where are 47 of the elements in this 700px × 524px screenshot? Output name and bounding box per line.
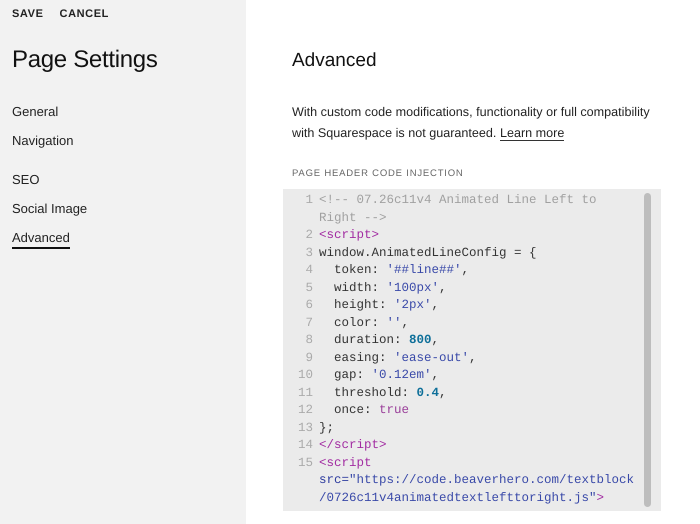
- code-line: easing: 'ease-out',: [333, 350, 477, 366]
- code-line: token: '##line##',: [333, 262, 470, 279]
- code-line: src="https://code.beaverhero.com/textblock: [319, 472, 634, 489]
- code-line: gap: '0.12em',: [333, 367, 440, 384]
- code-line: width: '100px',: [333, 280, 447, 296]
- sidebar-item[interactable]: Advanced: [12, 230, 70, 249]
- code-editor[interactable]: [283, 189, 661, 511]
- line-number: 11: [296, 384, 314, 402]
- code-line: threshold: 0.4,: [333, 384, 447, 402]
- code-line: Right -->: [319, 210, 387, 226]
- code-line: once: true: [333, 402, 410, 419]
- line-number: 13: [296, 420, 314, 436]
- line-number: 14: [296, 437, 314, 454]
- code-line: };: [319, 420, 334, 436]
- cancel-button[interactable]: CANCEL: [60, 8, 109, 20]
- line-number: 7: [304, 314, 314, 332]
- line-number: 3: [304, 244, 314, 262]
- save-button[interactable]: SAVE: [12, 8, 44, 20]
- code-line: <script: [319, 454, 372, 472]
- line-number: 12: [296, 402, 314, 419]
- line-number: 5: [304, 280, 314, 296]
- code-line: duration: 800,: [333, 332, 440, 349]
- line-number: 6: [304, 297, 314, 314]
- line-number: 8: [304, 332, 314, 349]
- code-line: </script>: [319, 437, 387, 454]
- sidebar-item[interactable]: Social Image: [12, 201, 88, 220]
- page-title: Page Settings: [12, 46, 159, 74]
- code-line: /0726c11v4animatedtextlefttoright.js">: [319, 490, 604, 506]
- line-number: 2: [304, 227, 314, 244]
- sidebar-item[interactable]: SEO: [12, 172, 40, 191]
- sidebar-item[interactable]: General: [12, 104, 58, 123]
- code-line: <script>: [319, 227, 380, 244]
- line-number: 9: [304, 350, 314, 366]
- description-text: With custom code modifications, functionality or full compatibility with Squarespace is not guaranteed. Learn more: [292, 104, 651, 143]
- learn-more-link[interactable]: Learn more: [500, 126, 564, 141]
- line-number: 10: [296, 367, 314, 384]
- code-line: height: '2px',: [333, 297, 440, 314]
- line-number: 4: [304, 262, 314, 279]
- field-label: PAGE HEADER CODE INJECTION: [292, 168, 465, 179]
- sidebar-item[interactable]: Navigation: [12, 133, 74, 152]
- code-line: color: '',: [333, 314, 410, 332]
- code-line: <!-- 07.26c11v4 Animated Line Left to: [319, 192, 597, 209]
- line-number: 1: [304, 192, 314, 209]
- code-line: window.AnimatedLineConfig = {: [319, 244, 537, 262]
- scrollbar-thumb[interactable]: [644, 193, 651, 507]
- line-number: 15: [296, 454, 314, 472]
- section-title: Advanced: [292, 50, 378, 72]
